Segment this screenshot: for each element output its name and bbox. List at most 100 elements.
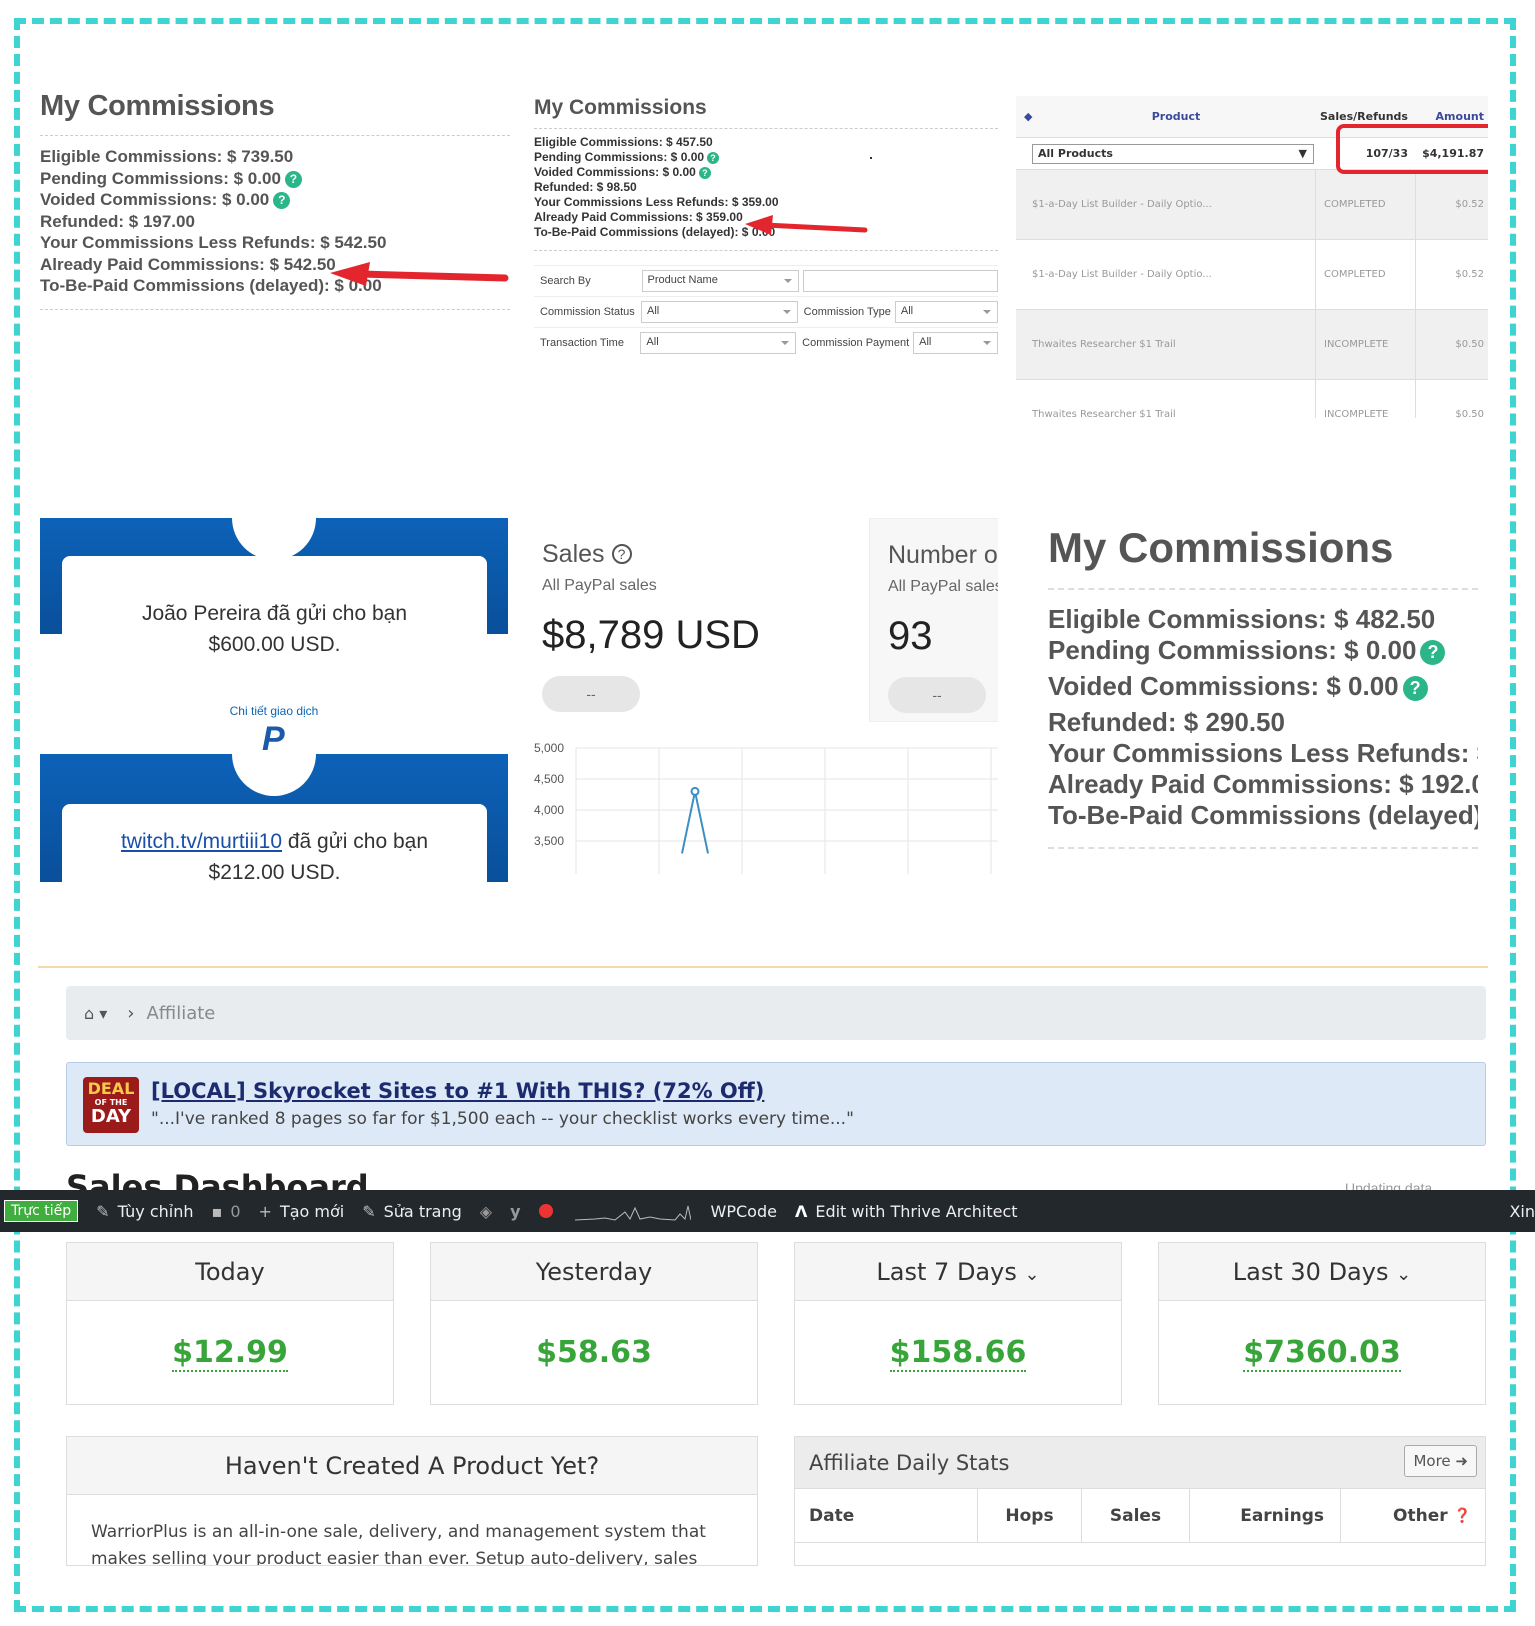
- help-icon[interactable]: ?: [1420, 639, 1446, 665]
- breadcrumb-affiliate[interactable]: Affiliate: [146, 1003, 215, 1024]
- breadcrumb: ⌂ ▾ › Affiliate: [66, 986, 1486, 1040]
- earnings-column-header[interactable]: Earnings: [1190, 1489, 1341, 1542]
- stat-today: Today $12.99: [66, 1242, 394, 1405]
- payment-card-2: twitch.tv/murtiii10 đã gửi cho bạn $212.…: [62, 804, 487, 898]
- new-link[interactable]: Tạo mới: [280, 1202, 344, 1221]
- payment-amount: $212.00 USD.: [208, 861, 341, 884]
- red-arrow-icon: [745, 215, 868, 235]
- chevron-right-icon: ›: [127, 1002, 135, 1024]
- affiliate-daily-stats: Affiliate Daily Stats More ➜ Date Hops S…: [794, 1436, 1486, 1566]
- wpcode-link[interactable]: WPCode: [711, 1202, 777, 1221]
- help-icon[interactable]: ?: [707, 151, 720, 164]
- help-icon[interactable]: ?: [273, 192, 291, 210]
- stat-label: Last 7 Days: [876, 1258, 1017, 1286]
- help-icon[interactable]: ?: [611, 544, 632, 564]
- help-icon: ❓: [1453, 1507, 1471, 1524]
- already-paid-line: Already Paid Commissions: $ 192.00: [1048, 769, 1478, 799]
- y-tick-label: 3,500: [534, 834, 564, 848]
- panel-title: My Commissions: [534, 96, 707, 119]
- commission-table-panel: ◆ Product Sales/Refunds Amount All Produ…: [1016, 96, 1488, 418]
- eligible-line: Eligible Commissions: $ 739.50: [40, 147, 294, 166]
- y-tick-label: 4,500: [534, 772, 564, 786]
- search-by-label: Search By: [540, 274, 591, 287]
- chevron-down-icon[interactable]: ⌄: [1396, 1264, 1411, 1285]
- customize-link[interactable]: Tùy chỉnh: [118, 1202, 194, 1221]
- table-row[interactable]: Thwaites Researcher $1 Trail INCOMPLETE $0…: [1016, 380, 1488, 418]
- stat-value[interactable]: $158.66: [889, 1335, 1027, 1372]
- stat-value[interactable]: $12.99: [172, 1335, 288, 1372]
- table-row[interactable]: Thwaites Researcher $1 Trail INCOMPLETE $0…: [1016, 310, 1488, 380]
- highlight-box: [1336, 124, 1488, 174]
- commissions-panel-1: My Commissions Eligible Commissions: $ 7…: [40, 90, 510, 330]
- table-row[interactable]: $1-a-Day List Builder - Daily Optio... CO…: [1016, 240, 1488, 310]
- help-icon[interactable]: ?: [698, 166, 711, 179]
- no-product-card: Haven't Created A Product Yet? WarriorPl…: [66, 1436, 758, 1566]
- commission-payment-label: Commission Payment: [802, 337, 910, 349]
- thrive-link[interactable]: Edit with Thrive Architect: [815, 1202, 1017, 1221]
- commission-status-label: Commission Status: [540, 305, 635, 318]
- comment-count: 0: [230, 1201, 241, 1221]
- paypal-notifications: João Pereira đã gửi cho bạn $600.00 USD.…: [40, 518, 508, 898]
- transaction-details-link[interactable]: Chi tiết giao dịch: [40, 704, 508, 718]
- stat-value[interactable]: $7360.03: [1243, 1335, 1401, 1372]
- payment-amount: $600.00 USD.: [208, 633, 341, 656]
- pending-line: Pending Commissions: $ 0.00: [534, 150, 705, 164]
- more-button[interactable]: More ➜: [1404, 1445, 1477, 1477]
- voided-line: Voided Commissions: $ 0.00: [1048, 671, 1399, 701]
- filter-form: Search By Product Name Commission Status…: [534, 265, 998, 358]
- hops-column-header[interactable]: Hops: [978, 1489, 1082, 1542]
- stat-value: $58.63: [536, 1335, 652, 1370]
- diamond-icon[interactable]: ◈: [480, 1202, 492, 1221]
- sender-link[interactable]: twitch.tv/murtiii10: [121, 830, 282, 853]
- other-column-header: Other: [1393, 1505, 1448, 1526]
- commission-payment-select[interactable]: All: [913, 332, 998, 354]
- sales-column-header[interactable]: Sales: [1082, 1489, 1190, 1542]
- yoast-icon[interactable]: y: [510, 1202, 520, 1221]
- live-badge[interactable]: Trực tiếp: [4, 1200, 79, 1222]
- stat-last-30-days: Last 30 Days ⌄ $7360.03: [1158, 1242, 1486, 1405]
- transaction-time-label: Transaction Time: [540, 336, 624, 349]
- product-filter-select[interactable]: All Products ▼: [1032, 143, 1314, 164]
- wp-admin-bar: Trực tiếp ✎ Tùy chỉnh ▪ 0 + Tạo mới ✎ Sửa tr…: [0, 1190, 1535, 1232]
- chevron-circle-right-icon: ➜: [1455, 1452, 1468, 1470]
- help-icon[interactable]: ?: [1402, 675, 1428, 701]
- search-by-select[interactable]: Product Name: [641, 270, 799, 292]
- sales-value: $8,789 USD: [542, 613, 760, 657]
- thrive-icon: Λ: [794, 1201, 808, 1221]
- help-icon[interactable]: ?: [284, 170, 302, 188]
- commission-status-select[interactable]: All: [641, 301, 798, 323]
- pending-line: Pending Commissions: $ 0.00: [40, 168, 281, 188]
- sales-subtitle: All PayPal sales: [542, 577, 657, 594]
- sort-icon[interactable]: ◆: [1016, 110, 1036, 123]
- stat-label: Yesterday: [431, 1243, 757, 1301]
- updating-status: Updating data: [1345, 1180, 1433, 1190]
- refunded-line: Refunded: $ 98.50: [534, 180, 637, 194]
- commission-type-label: Commission Type: [803, 306, 891, 318]
- sales-series-line: [681, 791, 709, 854]
- data-point: [690, 786, 700, 796]
- y-tick-label: 4,000: [534, 803, 564, 817]
- transaction-time-select[interactable]: All: [640, 332, 797, 354]
- product-header[interactable]: Product: [1036, 110, 1316, 123]
- home-icon[interactable]: ⌂ ▾: [84, 1004, 107, 1023]
- brush-icon: ✎: [96, 1201, 110, 1221]
- commission-type-select[interactable]: All: [894, 301, 998, 323]
- date-column-header[interactable]: Date: [795, 1489, 978, 1542]
- amount-header[interactable]: Amount: [1416, 110, 1488, 123]
- number-range-button[interactable]: --: [888, 677, 986, 713]
- number-subtitle: All PayPal sales: [888, 578, 998, 595]
- chevron-down-icon[interactable]: ⌄: [1024, 1264, 1039, 1285]
- to-be-paid-line: To-Be-Paid Commissions (delayed):: [1048, 800, 1478, 830]
- sales-refunds-header[interactable]: Sales/Refunds: [1316, 110, 1416, 123]
- sales-range-button[interactable]: --: [542, 676, 640, 712]
- search-input[interactable]: [802, 270, 998, 292]
- red-arrow-icon: [330, 262, 509, 286]
- edit-page-link[interactable]: Sửa trang: [384, 1202, 462, 1221]
- sales-panel: Sales ? All PayPal sales $8,789 USD -- N…: [534, 518, 998, 874]
- table-row[interactable]: $1-a-Day List Builder - Daily Optio... CO…: [1016, 170, 1488, 240]
- pencil-icon: ✎: [362, 1201, 376, 1221]
- stats-sparkline-icon[interactable]: [574, 1200, 691, 1222]
- stat-label: Today: [67, 1243, 393, 1301]
- deal-link[interactable]: [LOCAL] Skyrocket Sites to #1 With THIS?…: [151, 1079, 764, 1103]
- greeting[interactable]: Xin: [1509, 1202, 1535, 1221]
